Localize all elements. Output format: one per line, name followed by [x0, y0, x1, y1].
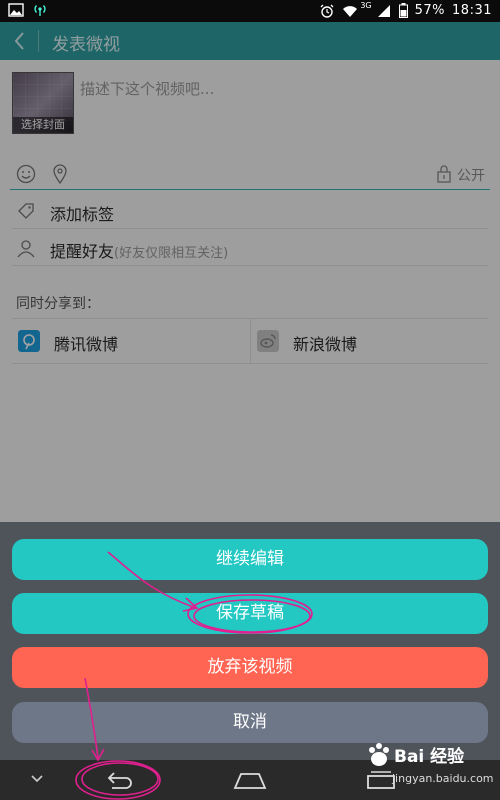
alarm-clock-icon [320, 4, 334, 18]
discard-video-button[interactable]: 放弃该视频 [12, 647, 488, 688]
baidu-jingyan-watermark: Bai 经验 jingyan.baidu.com [360, 742, 494, 794]
baidu-paw-logo-icon [369, 743, 389, 766]
back-nav-icon[interactable] [104, 770, 134, 790]
home-nav-icon[interactable] [233, 770, 267, 790]
status-time: 18:31 [452, 3, 492, 18]
status-bar: 3G 57% 18:31 [0, 0, 500, 22]
save-draft-button[interactable]: 保存草稿 [12, 593, 488, 634]
cell-signal-icon [377, 4, 390, 17]
watermark-url: jingyan.baidu.com [392, 772, 494, 785]
network-type: 3G [360, 1, 372, 10]
cancel-button[interactable]: 取消 [12, 702, 488, 743]
wifi-icon [343, 5, 358, 17]
battery-icon [398, 3, 408, 18]
continue-edit-button[interactable]: 继续编辑 [12, 539, 488, 580]
signal-broadcast-icon [34, 5, 46, 16]
image-notification-icon [8, 3, 24, 17]
battery-percent: 57% [414, 3, 446, 18]
hide-keyboard-chevron-icon[interactable] [30, 774, 44, 784]
watermark-brand: Bai 经验 [394, 747, 465, 767]
action-sheet: 继续编辑 保存草稿 放弃该视频 取消 [0, 522, 500, 760]
